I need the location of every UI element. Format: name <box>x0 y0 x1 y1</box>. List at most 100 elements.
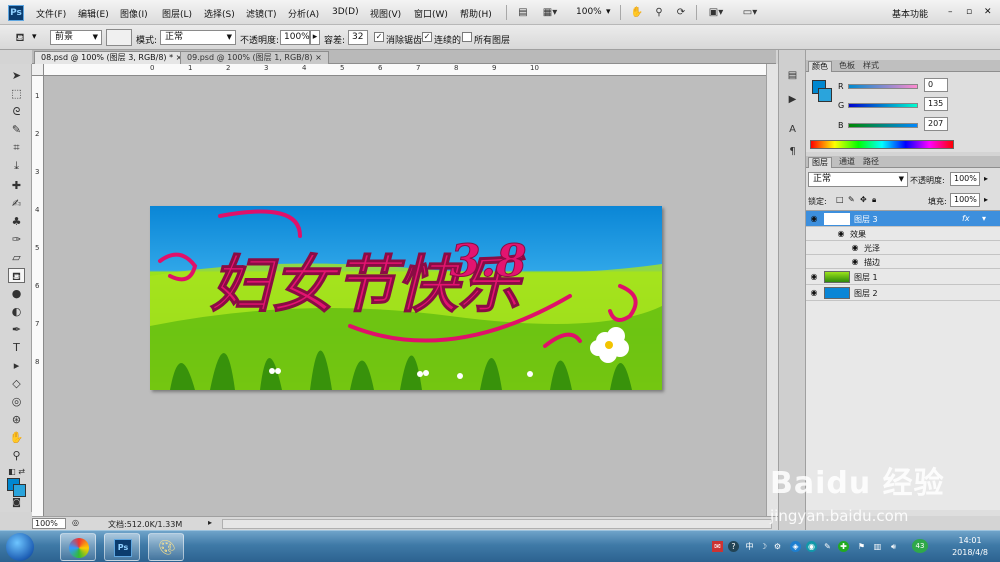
status-menu-arrow-icon[interactable]: ▸ <box>208 518 212 527</box>
fill-source-select[interactable]: 前景 ▼ <box>50 30 102 45</box>
dodge-tool-icon[interactable]: ◐ <box>8 304 25 319</box>
canvas-area[interactable]: 妇女节快乐 3.8 <box>44 76 766 516</box>
antialias-checkbox[interactable]: ✓ <box>374 32 384 42</box>
help-icon[interactable]: ? <box>728 541 739 552</box>
lock-position-icon[interactable]: ✥ <box>860 195 867 204</box>
restore-icon[interactable]: ▫ <box>966 7 972 17</box>
menu-edit[interactable]: 编辑(E) <box>78 7 109 20</box>
zoom-tool-icon[interactable]: ⚲ <box>650 4 668 21</box>
clock[interactable]: 14:01 2018/4/8 <box>952 535 988 559</box>
close-icon[interactable]: ✕ <box>984 7 992 17</box>
visibility-eye-icon[interactable]: ◉ <box>809 272 819 282</box>
arrange-documents-icon[interactable]: ▣▾ <box>704 4 728 21</box>
g-slider[interactable] <box>848 103 918 108</box>
zoom-tool-icon[interactable]: ⚲ <box>8 448 25 463</box>
quick-select-tool-icon[interactable]: ✎ <box>8 122 25 137</box>
mode-select[interactable]: 正常 ▼ <box>160 30 236 45</box>
taskbar-app-paint[interactable]: 🎨︎ <box>148 533 184 561</box>
ime-punct-icon[interactable]: ☽ <box>758 541 769 552</box>
opacity-input[interactable]: 100% <box>280 30 310 45</box>
visibility-eye-icon[interactable]: ◉ <box>850 257 860 267</box>
blend-mode-select[interactable]: 正常 ▼ <box>808 172 908 187</box>
b-slider[interactable] <box>848 123 918 128</box>
pen-tool-icon[interactable]: ✒ <box>8 322 25 337</box>
layer-effect-stroke-row[interactable]: ◉ 描边 <box>806 255 1000 269</box>
menu-view[interactable]: 视图(V) <box>370 7 401 20</box>
3d-orbit-tool-icon[interactable]: ⊛ <box>8 412 25 427</box>
opacity-arrow-icon[interactable]: ▸ <box>310 30 320 45</box>
history-brush-tool-icon[interactable]: ✑ <box>8 232 25 247</box>
chevron-down-icon[interactable]: ▾ <box>32 32 37 42</box>
fill-input[interactable]: 100% <box>950 193 980 207</box>
close-tab-icon[interactable]: × <box>315 53 322 62</box>
document-canvas[interactable]: 妇女节快乐 3.8 <box>150 206 662 390</box>
g-input[interactable]: 135 <box>924 97 948 111</box>
layer-row-3[interactable]: ◉ 图层 3 fx ▾ <box>806 211 1000 227</box>
paint-bucket-icon[interactable]: ⛾ <box>10 30 30 45</box>
lasso-tool-icon[interactable]: ᘓ <box>8 104 25 119</box>
menu-image[interactable]: 图像(I) <box>120 7 148 20</box>
character-panel-icon[interactable]: A <box>784 122 801 137</box>
rotate-view-icon[interactable]: ⟳ <box>672 4 690 21</box>
brush-tool-icon[interactable]: ✍ <box>8 196 25 211</box>
layer-row-1[interactable]: ◉ 图层 1 <box>806 269 1000 285</box>
paint-bucket-tool-icon[interactable]: ⛾ <box>8 268 25 283</box>
lock-pixels-icon[interactable]: ✎ <box>848 195 855 204</box>
opacity-arrow-icon[interactable]: ▸ <box>984 174 988 183</box>
color-spectrum-bar[interactable] <box>810 140 954 149</box>
tray-icon[interactable]: ✎ <box>822 541 833 552</box>
default-colors-icon[interactable]: ◧ ⇄ <box>8 464 25 479</box>
menu-help[interactable]: 帮助(H) <box>460 7 492 20</box>
quick-mask-icon[interactable]: ◙ <box>8 496 25 511</box>
menu-select[interactable]: 选择(S) <box>204 7 235 20</box>
hand-tool-icon[interactable]: ✋ <box>8 430 25 445</box>
tab-layers[interactable]: 图层 <box>808 157 832 168</box>
ime-settings-icon[interactable]: ⚙ <box>772 541 783 552</box>
status-options-icon[interactable]: ◎ <box>72 518 79 527</box>
actions-panel-icon[interactable]: ▶ <box>784 92 801 107</box>
tab-08-psd[interactable]: 08.psd @ 100% (图层 3, RGB/8) * × <box>34 51 190 64</box>
network-icon[interactable]: ▥ <box>872 541 883 552</box>
layer-row-2[interactable]: ◉ 图层 2 <box>806 285 1000 301</box>
type-tool-icon[interactable]: T <box>8 340 25 355</box>
eraser-tool-icon[interactable]: ▱ <box>8 250 25 265</box>
horizontal-scrollbar[interactable] <box>222 519 772 529</box>
layer-opacity-input[interactable]: 100% <box>950 172 980 186</box>
hand-tool-icon[interactable]: ✋ <box>628 4 646 21</box>
taskbar-app-photoshop[interactable]: Ps <box>104 533 140 561</box>
fill-arrow-icon[interactable]: ▸ <box>984 195 988 204</box>
chevron-down-icon[interactable]: ▾ <box>606 7 611 17</box>
3d-rotate-tool-icon[interactable]: ◎ <box>8 394 25 409</box>
layer-effect-satin-row[interactable]: ◉ 光泽 <box>806 241 1000 255</box>
tab-swatches[interactable]: 色板 <box>836 61 858 72</box>
b-input[interactable]: 207 <box>924 117 948 131</box>
background-color-swatch[interactable] <box>818 88 832 102</box>
visibility-eye-icon[interactable]: ◉ <box>809 214 819 224</box>
extras-icon[interactable]: ▦▾ <box>538 4 562 21</box>
healing-brush-tool-icon[interactable]: ✚ <box>8 178 25 193</box>
tolerance-input[interactable]: 32 <box>348 30 368 45</box>
menu-layer[interactable]: 图层(L) <box>162 7 192 20</box>
history-panel-icon[interactable]: ▤ <box>784 68 801 83</box>
tab-channels[interactable]: 通道 <box>836 157 858 168</box>
pattern-picker[interactable] <box>106 29 132 46</box>
lock-all-icon[interactable]: 🔒︎ <box>872 195 876 205</box>
fx-icon[interactable]: fx <box>962 214 970 223</box>
r-slider[interactable] <box>848 84 918 89</box>
tab-color[interactable]: 颜色 <box>808 61 832 72</box>
taskbar-app-chrome[interactable] <box>60 533 96 561</box>
tray-app-icon[interactable]: ✉ <box>712 541 723 552</box>
notification-flag-icon[interactable]: ⚑ <box>856 541 867 552</box>
menu-3d[interactable]: 3D(D) <box>332 7 359 17</box>
minimize-icon[interactable]: – <box>948 7 953 17</box>
workspace-switcher[interactable]: 基本功能 <box>892 7 928 20</box>
crop-tool-icon[interactable]: ⌗ <box>8 140 25 155</box>
blur-tool-icon[interactable]: ● <box>8 286 25 301</box>
move-tool-icon[interactable]: ➤ <box>8 68 25 83</box>
menu-analysis[interactable]: 分析(A) <box>288 7 319 20</box>
zoom-level[interactable]: 100% <box>576 7 602 17</box>
clone-stamp-tool-icon[interactable]: ♣ <box>8 214 25 229</box>
all-layers-checkbox[interactable] <box>462 32 472 42</box>
tab-paths[interactable]: 路径 <box>860 157 882 168</box>
collapse-effects-icon[interactable]: ▾ <box>982 214 986 223</box>
